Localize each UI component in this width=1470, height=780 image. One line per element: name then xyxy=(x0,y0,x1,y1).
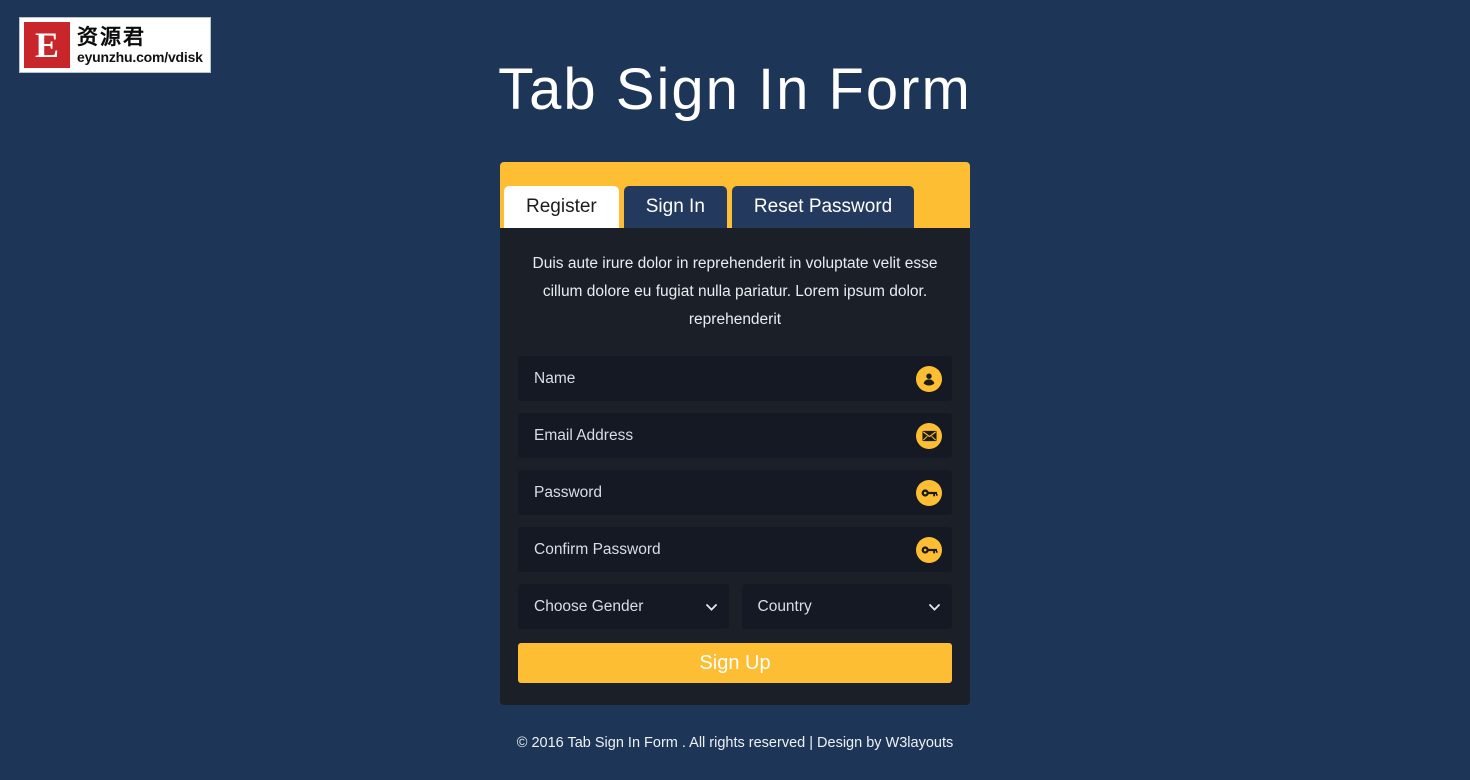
gender-select-shell: Choose Gender xyxy=(518,584,729,629)
footer-design-credit-link[interactable]: W3layouts xyxy=(886,735,954,751)
email-field-group xyxy=(518,413,952,458)
logo-mark-letter: E xyxy=(34,25,59,65)
logo-url: eyunzhu.com/vdisk xyxy=(77,48,203,65)
tab-reset-password[interactable]: Reset Password xyxy=(731,186,915,228)
password-field-group xyxy=(518,470,952,515)
country-select-shell: Country xyxy=(741,584,952,629)
confirm-password-input[interactable] xyxy=(518,527,952,572)
logo-chinese-name: 资源君 xyxy=(77,24,146,49)
tab-sign-in[interactable]: Sign In xyxy=(623,186,727,228)
password-input[interactable] xyxy=(518,470,952,515)
confirm-password-field-group xyxy=(518,527,952,572)
signin-card: Register Sign In Reset Password Duis aut… xyxy=(500,122,970,705)
email-input[interactable] xyxy=(518,413,952,458)
name-field-group xyxy=(518,356,952,401)
logo-text-block: 资源君 eyunzhu.com/vdisk xyxy=(77,25,203,66)
select-row: Choose Gender Country xyxy=(518,584,952,629)
site-watermark-logo: E 资源君 eyunzhu.com/vdisk xyxy=(19,17,211,73)
tab-register[interactable]: Register xyxy=(504,186,619,228)
sign-up-button[interactable]: Sign Up xyxy=(518,643,952,683)
panel-description: Duis aute irure dolor in reprehenderit i… xyxy=(532,255,938,328)
footer: © 2016 Tab Sign In Form . All rights res… xyxy=(500,705,970,753)
country-select[interactable]: Country xyxy=(741,584,952,629)
register-panel: Duis aute irure dolor in reprehenderit i… xyxy=(500,228,970,705)
footer-copyright-text: © 2016 Tab Sign In Form . All rights res… xyxy=(516,735,886,751)
name-input[interactable] xyxy=(518,356,952,401)
logo-mark-icon: E xyxy=(24,22,70,68)
page-title: Tab Sign In Form xyxy=(498,57,972,122)
gender-select[interactable]: Choose Gender xyxy=(518,584,729,629)
tab-bar: Register Sign In Reset Password xyxy=(500,162,970,228)
